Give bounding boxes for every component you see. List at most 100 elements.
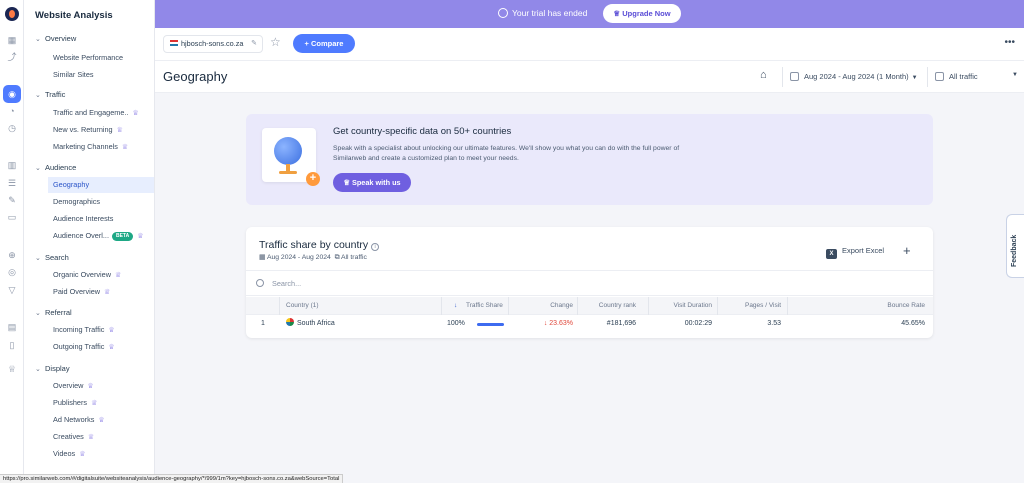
chat-icon[interactable]: ▭ xyxy=(5,210,19,224)
sidebar-item-label: Demographics xyxy=(53,197,101,206)
sidebar-item-similar-sites[interactable]: Similar Sites xyxy=(48,67,154,83)
sidebar-title: Website Analysis xyxy=(35,10,113,21)
doc-icon[interactable]: ▤ xyxy=(5,320,19,334)
table-search[interactable]: Search... xyxy=(246,270,933,296)
sidebar-item-ad-networks[interactable]: Ad Networks ♕ xyxy=(48,412,154,428)
speak-with-us-button[interactable]: ♕ Speak with us xyxy=(333,173,411,192)
divider xyxy=(927,67,928,87)
promo-body: Speak with a specialist about unlocking … xyxy=(333,145,680,162)
search-icon xyxy=(256,279,264,287)
sidebar-item-display-overview[interactable]: Overview ♕ xyxy=(48,378,154,394)
column-divider xyxy=(717,297,718,315)
sidebar-item-paid-overview[interactable]: Paid Overview ♕ xyxy=(48,284,154,300)
globe-icon xyxy=(274,137,302,165)
column-country-rank[interactable]: Country rank xyxy=(599,297,636,315)
country-cell[interactable]: South Africa xyxy=(286,315,335,333)
sidebar-item-marketing-channels[interactable]: Marketing Channels ♕ xyxy=(48,139,154,155)
list-icon[interactable]: ☰ xyxy=(5,176,19,190)
column-country[interactable]: Country (1) xyxy=(286,297,319,315)
globe-icon[interactable]: ◉ xyxy=(3,85,21,103)
traffic-share-card: Traffic share by country i ▦ Aug 2024 - A… xyxy=(246,227,933,338)
pie-icon[interactable]: ◔ xyxy=(5,104,19,118)
domain-chip[interactable]: hjbosch-sons.co.za ✎ xyxy=(163,35,263,53)
section-display[interactable]: ⌄ Display xyxy=(35,364,70,373)
column-traffic-share[interactable]: Traffic Share xyxy=(466,297,503,315)
crown-icon: ♕ xyxy=(132,110,139,117)
visit-duration-value: 00:02:29 xyxy=(684,320,712,327)
sidebar-item-label: Overview xyxy=(53,381,84,390)
icon-rail: ▦ ⤴ ◉ ◔ ◷ ▥ ☰ ✎ ▭ ⊕ ◎ ▽ ▤ ▯ ♕ xyxy=(0,0,24,483)
column-pages-per-visit[interactable]: Pages / Visit xyxy=(745,297,781,315)
crown-icon: ♕ xyxy=(343,178,352,187)
date-range-picker[interactable]: Aug 2024 - Aug 2024 (1 Month) ▼ xyxy=(790,72,918,81)
sidebar-item-creatives[interactable]: Creatives ♕ xyxy=(48,429,154,445)
grid-icon[interactable]: ▦ xyxy=(5,33,19,47)
target-icon[interactable]: ◎ xyxy=(5,265,19,279)
sidebar-item-publishers[interactable]: Publishers ♕ xyxy=(48,395,154,411)
globe-base xyxy=(279,171,297,174)
sidebar-item-incoming-traffic[interactable]: Incoming Traffic ♕ xyxy=(48,322,154,338)
trial-message: Your trial has ended xyxy=(498,8,587,18)
web-icon[interactable]: ⊕ xyxy=(5,248,19,262)
building-icon[interactable]: ▥ xyxy=(5,158,19,172)
graduation-cap-icon[interactable]: ⌂ xyxy=(760,69,767,81)
country-rank-value: #181,696 xyxy=(606,320,636,327)
upsell-card: + Get country-specific data on 50+ count… xyxy=(246,114,933,205)
sidebar-item-label: Ad Networks xyxy=(53,415,95,424)
funnel-icon[interactable]: ▽ xyxy=(5,283,19,297)
sidebar-item-website-performance[interactable]: Website Performance xyxy=(48,50,154,66)
traffic-share-value: 100% xyxy=(447,320,465,327)
calendar-icon xyxy=(790,72,799,81)
upgrade-now-button[interactable]: ♕ Upgrade Now xyxy=(603,4,681,23)
phone-icon[interactable]: ▯ xyxy=(5,338,19,352)
trend-icon[interactable]: ⤴ xyxy=(5,50,19,64)
edit-icon[interactable]: ✎ xyxy=(5,193,19,207)
clock-icon[interactable]: ◷ xyxy=(5,121,19,135)
column-bounce-rate[interactable]: Bounce Rate xyxy=(887,297,925,315)
search-input[interactable]: Search... xyxy=(272,279,301,288)
column-change[interactable]: Change xyxy=(550,297,573,315)
table-row[interactable]: 1 South Africa 100% ↓ 23.63% #181,696 00… xyxy=(246,315,933,334)
crown-icon[interactable]: ♕ xyxy=(5,362,19,376)
sidebar-item-organic-overview[interactable]: Organic Overview ♕ xyxy=(48,267,154,283)
crown-icon: ♕ xyxy=(613,9,623,18)
crown-icon: ♕ xyxy=(116,127,123,134)
feedback-tab[interactable]: Feedback xyxy=(1006,214,1024,278)
column-divider xyxy=(441,297,442,315)
sidebar-item-geography[interactable]: Geography xyxy=(48,177,154,193)
crown-icon: ♕ xyxy=(104,289,111,296)
info-icon[interactable]: i xyxy=(371,243,380,251)
column-visit-duration[interactable]: Visit Duration xyxy=(673,297,712,315)
sort-arrow-icon[interactable]: ↓ xyxy=(454,297,457,315)
section-traffic[interactable]: ⌄ Traffic xyxy=(35,90,65,99)
crown-icon: ♕ xyxy=(137,233,144,240)
sidebar-item-audience-overlap[interactable]: Audience Overl... BETA ♕ xyxy=(48,228,154,244)
sidebar-item-demographics[interactable]: Demographics xyxy=(48,194,154,210)
crown-icon: ♕ xyxy=(121,144,129,151)
traffic-source-filter[interactable]: All traffic xyxy=(935,72,978,81)
card-title: Traffic share by country i xyxy=(259,239,380,251)
sidebar-item-label: Traffic and Engageme.. xyxy=(53,108,129,117)
caret-down-icon[interactable]: ▼ xyxy=(1012,72,1018,78)
star-icon[interactable]: ☆ xyxy=(270,35,281,49)
section-overview[interactable]: ⌄ Overview xyxy=(35,34,76,43)
sidebar-item-audience-interests[interactable]: Audience Interests xyxy=(48,211,154,227)
section-referral[interactable]: ⌄ Referral xyxy=(35,308,72,317)
sidebar-item-outgoing-traffic[interactable]: Outgoing Traffic ♕ xyxy=(48,339,154,355)
more-options-icon[interactable]: ••• xyxy=(1004,37,1015,48)
pencil-icon[interactable]: ✎ xyxy=(251,36,257,52)
add-icon[interactable]: + xyxy=(903,243,911,258)
card-title-text: Traffic share by country xyxy=(259,239,369,251)
chevron-down-icon: ⌄ xyxy=(35,255,41,262)
section-audience[interactable]: ⌄ Audience xyxy=(35,163,76,172)
similarweb-logo[interactable] xyxy=(5,7,19,21)
section-search[interactable]: ⌄ Search xyxy=(35,253,69,262)
traffic-icon xyxy=(935,72,944,81)
export-excel-button[interactable]: X Export Excel xyxy=(826,246,884,259)
sidebar-item-videos[interactable]: Videos ♕ xyxy=(48,446,154,462)
sidebar-item-traffic-engagement[interactable]: Traffic and Engageme.. ♕ xyxy=(48,105,154,121)
sidebar-item-new-vs-returning[interactable]: New vs. Returning ♕ xyxy=(48,122,154,138)
chevron-down-icon: ⌄ xyxy=(35,366,41,373)
crown-icon: ♕ xyxy=(108,327,115,334)
compare-button[interactable]: + Compare xyxy=(293,34,355,53)
